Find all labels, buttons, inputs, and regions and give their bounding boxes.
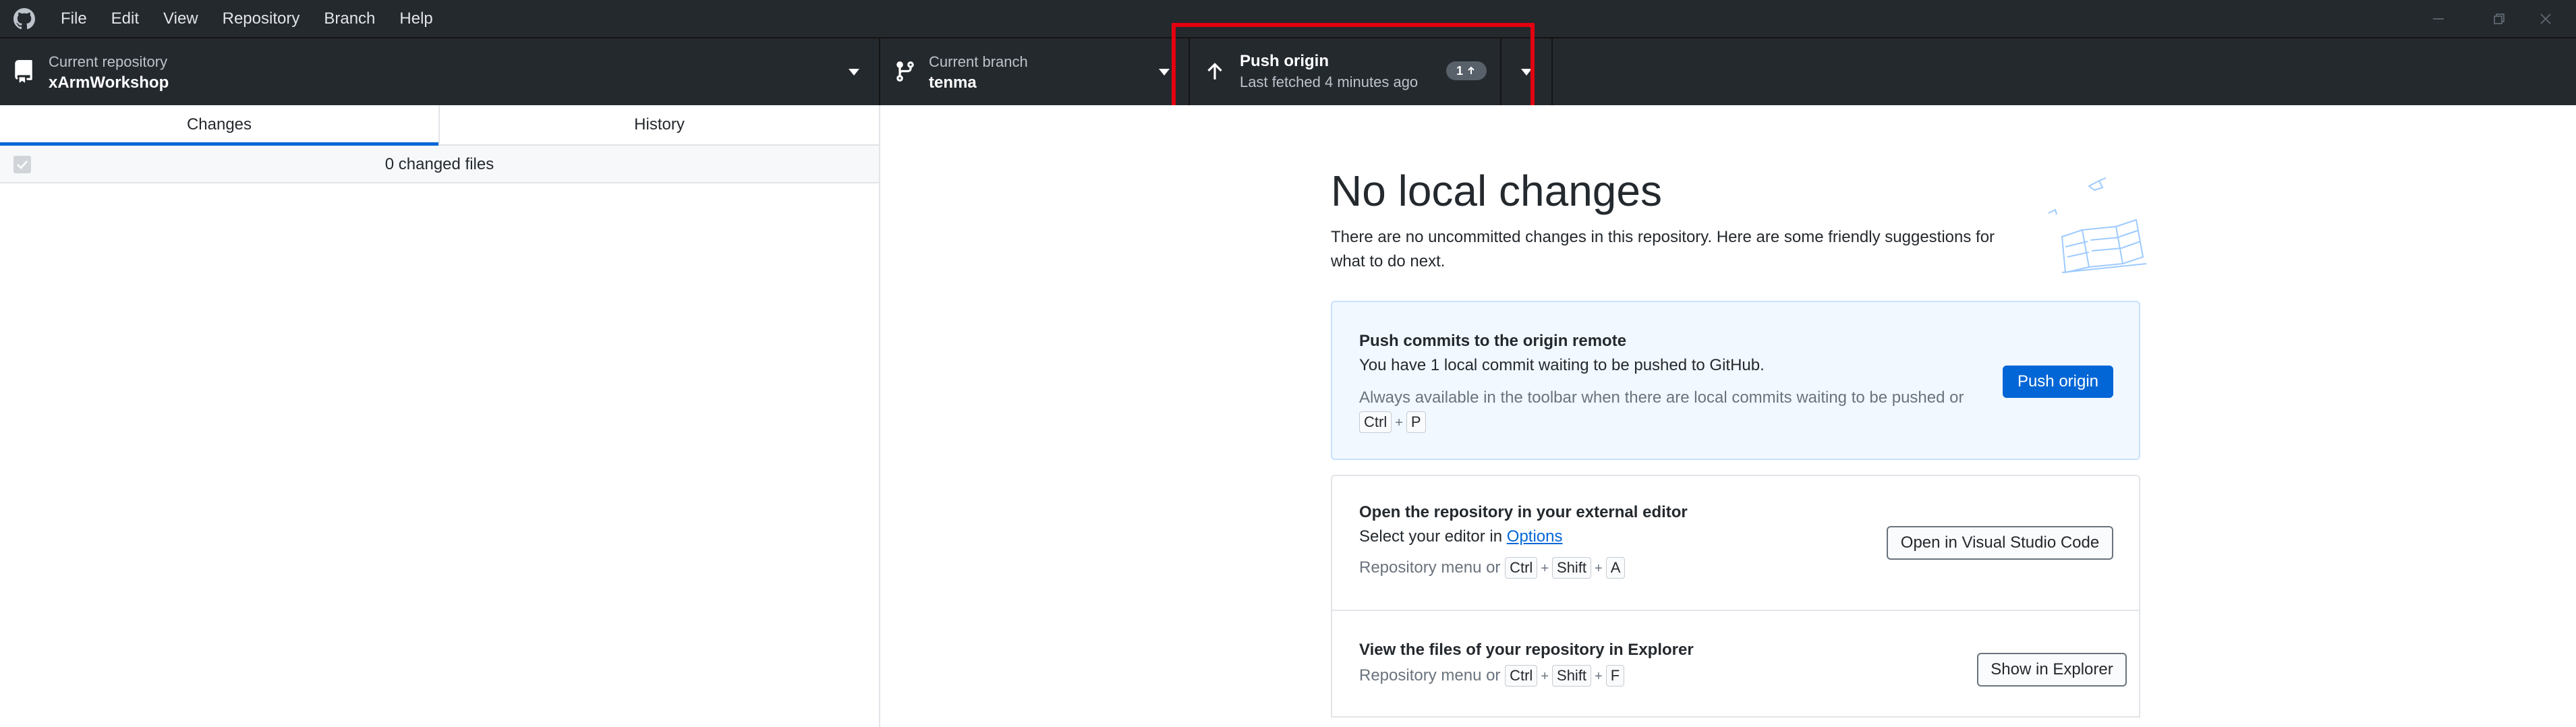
main-panel: No local changes There are no uncommitte…: [882, 105, 2576, 727]
key-ctrl: Ctrl: [1505, 557, 1538, 579]
changes-header: 0 changed files: [0, 146, 879, 183]
caret-down-icon: [1159, 69, 1170, 76]
caret-down-icon: [849, 69, 859, 76]
branch-icon: [896, 61, 914, 82]
push-origin-card-button[interactable]: Push origin: [2003, 366, 2113, 398]
tab-changes[interactable]: Changes: [0, 105, 438, 144]
tab-changes-label: Changes: [186, 115, 252, 134]
branch-label: Current branch: [929, 53, 1028, 70]
tab-history-label: History: [634, 115, 685, 134]
menu-view[interactable]: View: [163, 9, 198, 28]
editor-card-sub-prefix: Repository menu or: [1359, 558, 1501, 577]
menu-bar: File Edit View Repository Branch Help: [61, 0, 457, 37]
select-all-checkbox[interactable]: [13, 156, 31, 173]
minimize-button[interactable]: [2408, 0, 2469, 37]
menu-help[interactable]: Help: [399, 9, 432, 28]
push-card-hint: Always available in the toolbar when the…: [1359, 388, 1964, 407]
key-ctrl: Ctrl: [1505, 665, 1538, 687]
open-editor-card: Open the repository in your external edi…: [1331, 475, 2140, 611]
close-button[interactable]: [2515, 0, 2576, 37]
key-shift: Shift: [1552, 557, 1592, 579]
menu-repository[interactable]: Repository: [223, 9, 300, 28]
no-changes-illustration-icon: [2048, 177, 2147, 274]
explorer-card-sub-prefix: Repository menu or: [1359, 666, 1501, 685]
current-repository-dropdown[interactable]: Current repository xArmWorkshop: [0, 38, 879, 105]
options-link[interactable]: Options: [1507, 527, 1563, 546]
check-icon: [17, 161, 28, 169]
tab-history[interactable]: History: [440, 105, 879, 144]
editor-card-title: Open the repository in your external edi…: [1359, 503, 1688, 521]
tab-bar: Changes History: [0, 105, 879, 146]
show-in-explorer-button[interactable]: Show in Explorer: [1977, 653, 2127, 687]
explorer-card-shortcut: Repository menu or Ctrl + Shift + F: [1359, 665, 1625, 687]
menu-file[interactable]: File: [61, 9, 87, 28]
key-shift: Shift: [1552, 665, 1592, 687]
show-in-explorer-card: View the files of your repository in Exp…: [1331, 610, 2140, 718]
push-card-shortcut: Ctrl + P: [1359, 411, 1426, 433]
menu-branch[interactable]: Branch: [324, 9, 375, 28]
current-branch-dropdown[interactable]: Current branch tenma: [880, 38, 1189, 105]
push-card-text: You have 1 local commit waiting to be pu…: [1359, 356, 1765, 374]
key-p: P: [1406, 411, 1426, 433]
repo-icon: [15, 60, 32, 83]
close-icon: [2540, 13, 2551, 24]
menu-edit[interactable]: Edit: [111, 9, 139, 28]
key-f: F: [1605, 665, 1625, 687]
changed-files-count: 0 changed files: [384, 155, 494, 173]
editor-card-text-prefix: Select your editor in: [1359, 527, 1503, 546]
repo-value: xArmWorkshop: [49, 74, 169, 92]
branch-value: tenma: [929, 74, 977, 92]
intro-text: There are no uncommitted changes in this…: [1331, 228, 1995, 270]
maximize-icon: [2494, 13, 2505, 24]
editor-card-text: Select your editor in Options: [1359, 527, 1563, 546]
explorer-card-title: View the files of your repository in Exp…: [1359, 641, 1694, 659]
editor-card-shortcut: Repository menu or Ctrl + Shift + A: [1359, 557, 1626, 579]
key-ctrl: Ctrl: [1359, 411, 1392, 433]
page-title: No local changes: [1331, 167, 1662, 215]
repo-label: Current repository: [49, 53, 168, 70]
github-logo-icon: [13, 8, 35, 30]
push-commits-card: Push commits to the origin remote You ha…: [1331, 301, 2140, 460]
open-in-vscode-button[interactable]: Open in Visual Studio Code: [1887, 526, 2113, 560]
toolbar-divider: [1551, 38, 1553, 105]
sidebar: Changes History 0 changed files: [0, 105, 880, 727]
key-a: A: [1605, 557, 1626, 579]
minimize-icon: [2433, 18, 2444, 20]
push-card-title: Push commits to the origin remote: [1359, 332, 1627, 350]
